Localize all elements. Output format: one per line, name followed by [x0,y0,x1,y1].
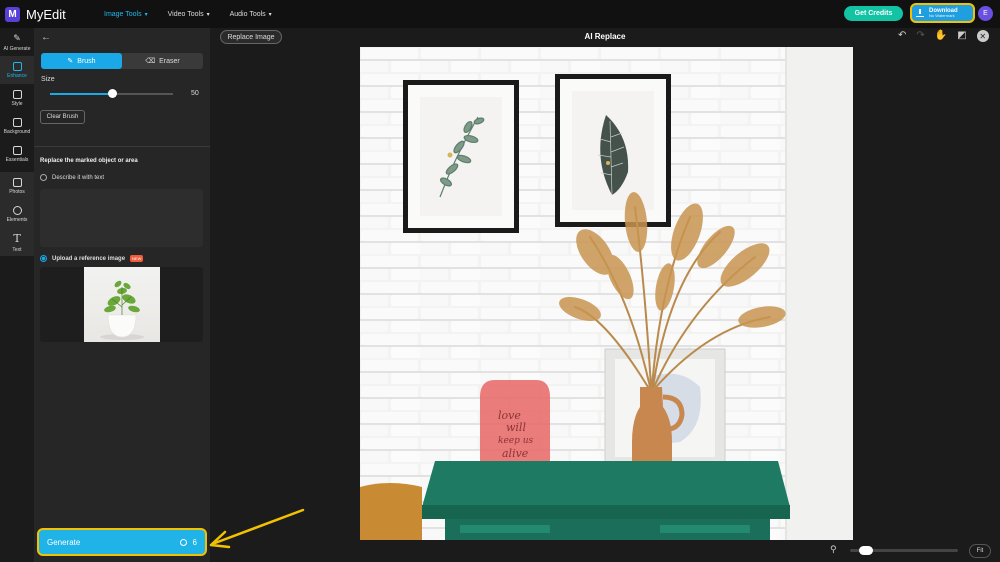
back-arrow-icon[interactable]: ← [41,32,51,43]
zoom-magnifier-icon[interactable]: ⚲ [830,544,837,555]
magic-wand-icon: ✎ [13,32,21,43]
workspace-toolbar: ↶ ↷ ✋ ◩ ✕ [898,30,989,42]
myedit-logo-icon: M [5,6,20,22]
user-avatar[interactable]: E [978,6,993,21]
photo-canvas[interactable]: love will keep us alive [360,47,853,540]
zoom-slider[interactable] [850,546,958,555]
clear-brush-button[interactable]: Clear Brush [40,110,85,124]
compare-icon[interactable]: ◩ [957,30,966,42]
nav-image-tools[interactable]: Image Tools ▾ [104,11,148,18]
ai-replace-panel: ← ✎ Brush ⌫ Eraser Size 50 Clear Brush Rep… [34,28,210,562]
radio-describe-text[interactable] [40,174,47,181]
download-sublabel: No Watermark [929,13,955,18]
generate-button[interactable]: Generate 6 [37,528,207,556]
potted-plant-illustration [100,280,144,340]
option-upload-reference[interactable]: Upload a reference image NEW [40,255,144,262]
frame-quote-line2: will [506,421,526,434]
size-slider[interactable] [50,89,173,98]
eraser-button[interactable]: ⌫ Eraser [122,53,203,69]
generate-label: Generate [47,537,81,547]
hand-pan-icon[interactable]: ✋ [935,30,947,42]
shapes-icon [12,205,22,215]
section-title: Replace the marked object or area [40,158,138,164]
size-label: Size [41,76,55,83]
size-slider-thumb[interactable] [107,89,117,98]
eraser-icon: ⌫ [145,58,156,65]
new-badge: NEW [130,255,144,262]
background-icon [12,117,22,127]
top-bar: M MyEdit Image Tools ▾ Video Tools ▾ Audio… [0,0,1000,28]
app-name: MyEdit [26,6,66,22]
enhance-icon [12,61,22,71]
frame-quote-line3: keep us [498,436,534,446]
chevron-down-icon: ▾ [144,11,148,18]
annotation-arrow [209,508,305,549]
frame-quote-line4: alive [502,447,529,460]
rail-enhance[interactable]: Enhance [0,56,34,84]
undo-icon[interactable]: ↶ [898,30,906,42]
rail-essentials[interactable]: Essentials [0,140,34,168]
close-icon[interactable]: ✕ [976,30,989,42]
chevron-down-icon: ▾ [206,11,210,18]
option-describe-text[interactable]: Describe it with text [40,174,104,181]
essentials-icon [12,145,22,155]
rail-style[interactable]: Style [0,84,34,112]
tool-rail: ✎ AI Generate Enhance Style Background Es… [0,28,34,562]
text-icon: T [13,231,21,245]
brush-icon: ✎ [67,58,74,65]
chevron-down-icon: ▾ [268,11,272,18]
download-icon [916,9,924,17]
size-slider-fill [50,93,112,95]
credit-coin-icon [179,538,187,546]
workspace-title: AI Replace [584,32,626,41]
photo-icon [12,177,22,187]
workspace: Replace Image AI Replace ↶ ↷ ✋ ◩ ✕ love … [210,28,1000,562]
divider [34,146,210,147]
get-credits-button[interactable]: Get Credits [844,6,903,21]
radio-upload-reference[interactable] [40,255,47,262]
rail-text[interactable]: T Text [0,228,34,256]
brush-button[interactable]: ✎ Brush [41,53,122,69]
rail-elements[interactable]: Elements [0,200,34,228]
zoom-slider-thumb[interactable] [858,546,873,555]
brush-eraser-toggle: ✎ Brush ⌫ Eraser [41,53,203,69]
rail-background[interactable]: Background [0,112,34,140]
download-button[interactable]: Download No Watermark [910,3,975,23]
rail-photos[interactable]: Photos [0,172,34,200]
describe-textarea [40,189,203,247]
size-value: 50 [191,90,199,97]
reference-image-slot[interactable] [40,267,203,342]
generate-cost: 6 [192,537,197,547]
style-icon [12,89,22,99]
nav-audio-tools[interactable]: Audio Tools ▾ [230,11,272,18]
rail-ai-generate[interactable]: ✎ AI Generate [0,28,34,56]
nav-video-tools[interactable]: Video Tools ▾ [168,11,210,18]
room-photo: love will keep us alive [360,47,853,540]
app-logo[interactable]: M MyEdit [5,6,66,22]
redo-icon[interactable]: ↷ [916,30,924,42]
main-nav: Image Tools ▾ Video Tools ▾ Audio Tools ▾ [104,0,272,28]
fit-button[interactable]: Fit [969,544,991,558]
reference-plant-image [84,267,160,342]
